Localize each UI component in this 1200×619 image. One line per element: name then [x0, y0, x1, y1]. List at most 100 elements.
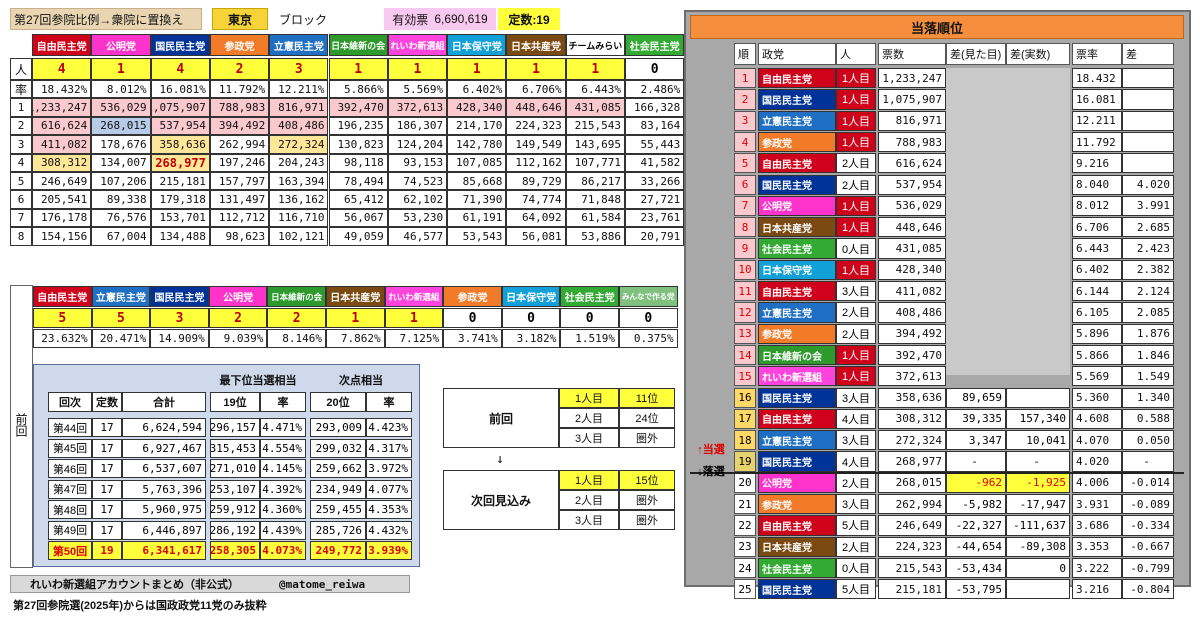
quotient-value: 411,082: [32, 135, 92, 154]
history-group1: 最下位当選相当: [219, 375, 297, 387]
quotient-value: 71,390: [447, 190, 507, 209]
prev-seat-count: 5: [33, 308, 92, 328]
ranking-person: 2人目: [836, 536, 876, 557]
party-header: チームみらい: [565, 34, 625, 56]
quotient-value: 537,954: [150, 116, 210, 136]
row-number: 2: [10, 116, 32, 136]
win-label: ↑当選: [697, 444, 725, 456]
quotient-value: 20,791: [625, 227, 685, 246]
vote-rate: 6.443%: [565, 80, 625, 99]
ranking-person: 3人目: [836, 281, 876, 302]
ranking-party: 公明党: [758, 195, 836, 217]
block-suffix: ブロック: [279, 12, 328, 27]
quotient-value: 816,971: [269, 98, 329, 117]
ranking-rank: 9: [734, 238, 756, 259]
history-cell: 6,341,617: [122, 541, 206, 560]
ranking-diff-seen: 89,659: [946, 387, 1006, 408]
ranking-rate: 4.608: [1072, 408, 1122, 430]
ranking-header: 人: [836, 43, 876, 65]
ranking-votes: 246,649: [878, 515, 946, 536]
ranking-rate: 18.432: [1072, 68, 1122, 89]
ranking-votes: 372,613: [878, 366, 946, 387]
ranking-rate: 5.866: [1072, 344, 1122, 366]
prev-party-header: れいわ新選組: [384, 286, 444, 307]
ranking-party: 立憲民主党: [758, 430, 836, 451]
rate-row-label: 率: [10, 80, 32, 99]
prev-seat-count: 0: [560, 308, 619, 328]
ranking-header: 票数: [878, 43, 946, 65]
quotient-value: 268,015: [91, 116, 151, 136]
prev-seat-count: 0: [443, 308, 502, 328]
quotient-value: 536,029: [91, 98, 151, 117]
quotient-value: 64,092: [506, 208, 566, 228]
history-cell: 258,305: [210, 541, 260, 560]
seats-badge: 定数:19: [498, 8, 560, 30]
quotient-value: 142,780: [447, 135, 507, 154]
ranking-rank: 19: [734, 451, 756, 472]
seat-count: 4: [32, 58, 92, 80]
quotient-value: 56,067: [328, 208, 388, 228]
ranking-rank: 4: [734, 131, 756, 153]
ranking-diff: 2.685: [1122, 217, 1174, 238]
prev-seat-count: 5: [91, 308, 151, 328]
quotient-value: 98,623: [209, 227, 270, 246]
ranking-person: 1人目: [836, 131, 876, 153]
history-header: 20位: [310, 392, 366, 412]
history-cell: 第49回: [48, 520, 92, 540]
ranking-votes: 394,492: [878, 323, 946, 344]
seat-count: 1: [387, 58, 448, 80]
prev-vote-rate: 9.039%: [208, 329, 268, 348]
ranking-party: 自由民主党: [758, 68, 836, 89]
history-cell: 17: [92, 459, 122, 478]
ranking-rank: 14: [734, 344, 756, 366]
ranking-person: 5人目: [836, 579, 876, 600]
quotient-value: 1,075,907: [150, 98, 210, 117]
ranking-diff-seen: 3,347: [946, 430, 1006, 451]
ranking-party: 日本共産党: [758, 217, 836, 238]
party-header: 公明党: [91, 34, 151, 56]
seat-count: 0: [625, 58, 685, 80]
ranking-rate: 8.012: [1072, 195, 1122, 217]
quotient-value: 308,312: [32, 153, 92, 172]
quotient-value: 616,624: [32, 116, 92, 136]
quotient-value: 107,206: [91, 172, 151, 191]
vote-rate: 18.432%: [32, 80, 92, 99]
ranking-header: 票率: [1072, 43, 1122, 65]
footer-handle: @matome_reiwa: [279, 577, 366, 591]
ranking-rate: 3.222: [1072, 557, 1122, 579]
ranking-diff-real: -17,947: [1006, 494, 1070, 515]
party-header: 日本維新の会: [328, 34, 388, 56]
quotient-value: 154,156: [32, 227, 92, 246]
ranking-header: 差(見た目): [946, 43, 1006, 65]
prev-vote-rate: 8.146%: [267, 329, 326, 348]
ranking-diff-real: -1,925: [1006, 472, 1070, 493]
page-title: 第27回参院比例→衆院に置換え: [10, 8, 202, 30]
quotient-value: 134,488: [150, 227, 210, 246]
quotient-value: 85,668: [447, 172, 507, 191]
ranking-party: 社会民主党: [758, 557, 836, 579]
ranking-party: 国民民主党: [758, 89, 836, 110]
prev-side-label: 前回: [14, 413, 28, 437]
history-cell: 4.439%: [260, 520, 306, 540]
ranking-rate: 6.443: [1072, 238, 1122, 259]
ranking-party: 自由民主党: [758, 408, 836, 430]
quotient-value: 49,059: [328, 227, 388, 246]
history-cell: 234,949: [310, 479, 366, 499]
history-cell: 4.554%: [260, 438, 306, 458]
quotient-value: 107,085: [447, 153, 507, 172]
ranking-votes: 358,636: [878, 387, 946, 408]
history-cell: 第45回: [48, 438, 92, 458]
quotient-value: 89,338: [91, 190, 151, 209]
history-cell: 4.392%: [260, 479, 306, 499]
ranking-person: 1人目: [836, 195, 876, 217]
quotient-value: 74,523: [387, 172, 448, 191]
prev-vote-rate: 1.519%: [560, 329, 619, 348]
party-header: 参政党: [209, 34, 270, 56]
ranking-rank: 17: [734, 408, 756, 430]
party-header: 社会民主党: [625, 34, 685, 56]
vote-rate: 5.866%: [328, 80, 388, 99]
ranking-diff: -0.014: [1122, 472, 1174, 493]
quotient-value: 246,649: [32, 172, 92, 191]
ranking-party: 国民民主党: [758, 451, 836, 472]
history-cell: 6,624,594: [122, 418, 206, 437]
